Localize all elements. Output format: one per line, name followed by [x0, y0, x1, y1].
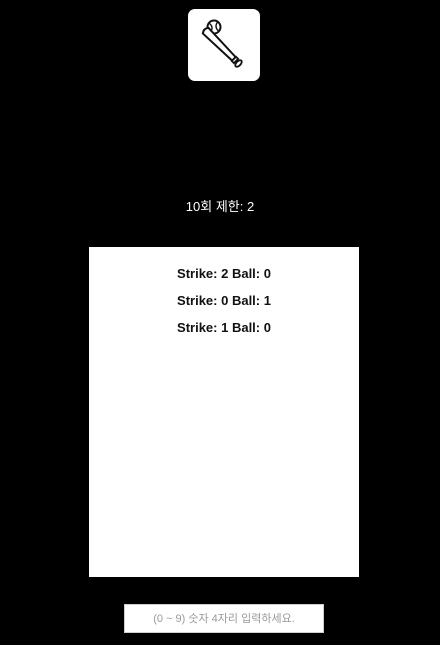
result-item: Strike: 0 Ball: 1 — [177, 293, 271, 308]
app-logo — [188, 9, 260, 81]
result-item: Strike: 2 Ball: 0 — [177, 266, 271, 281]
baseball-bat-and-ball-icon — [201, 19, 243, 68]
result-list: Strike: 2 Ball: 0 Strike: 0 Ball: 1 Stri… — [89, 247, 359, 336]
guess-input[interactable] — [124, 604, 324, 633]
result-item: Strike: 1 Ball: 0 — [177, 320, 271, 335]
result-panel: Strike: 2 Ball: 0 Strike: 0 Ball: 1 Stri… — [89, 247, 359, 577]
page: 10회 제한: 2 Strike: 2 Ball: 0 Strike: 0 Ba… — [0, 0, 440, 645]
attempt-limit-text: 10회 제한: 2 — [185, 199, 255, 214]
